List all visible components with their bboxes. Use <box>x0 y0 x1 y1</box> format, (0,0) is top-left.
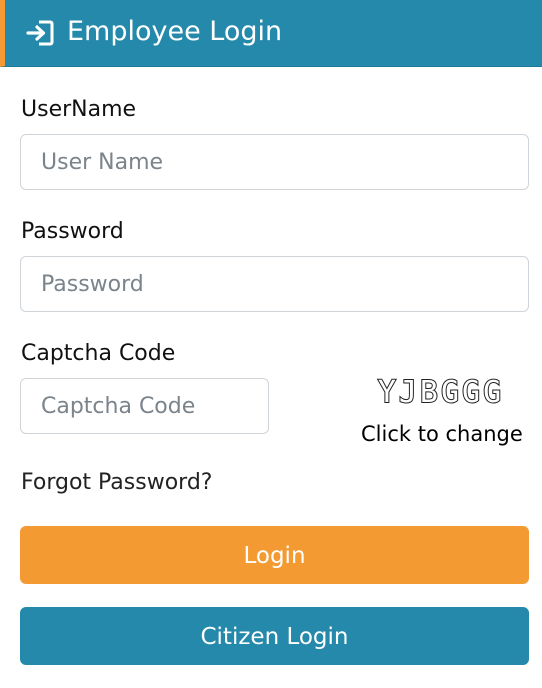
captcha-refresh-link[interactable]: Click to change <box>361 420 523 448</box>
citizen-login-button[interactable]: Citizen Login <box>20 607 529 665</box>
page-title: Employee Login <box>67 16 283 47</box>
captcha-label: Captcha Code <box>21 341 176 366</box>
captcha-image[interactable]: YJBGGG <box>356 374 526 412</box>
username-input[interactable] <box>20 134 529 190</box>
sign-in-icon <box>25 19 55 47</box>
password-input[interactable] <box>20 256 529 312</box>
captcha-input[interactable] <box>20 378 269 434</box>
password-label: Password <box>21 219 124 244</box>
username-label: UserName <box>21 97 137 122</box>
captcha-code-text: YJBGGG <box>377 374 505 411</box>
login-header: Employee Login <box>0 0 542 67</box>
login-button[interactable]: Login <box>20 526 529 584</box>
forgot-password-link[interactable]: Forgot Password? <box>21 469 212 497</box>
employee-login-panel: Employee Login UserName Password Captcha… <box>0 0 542 688</box>
